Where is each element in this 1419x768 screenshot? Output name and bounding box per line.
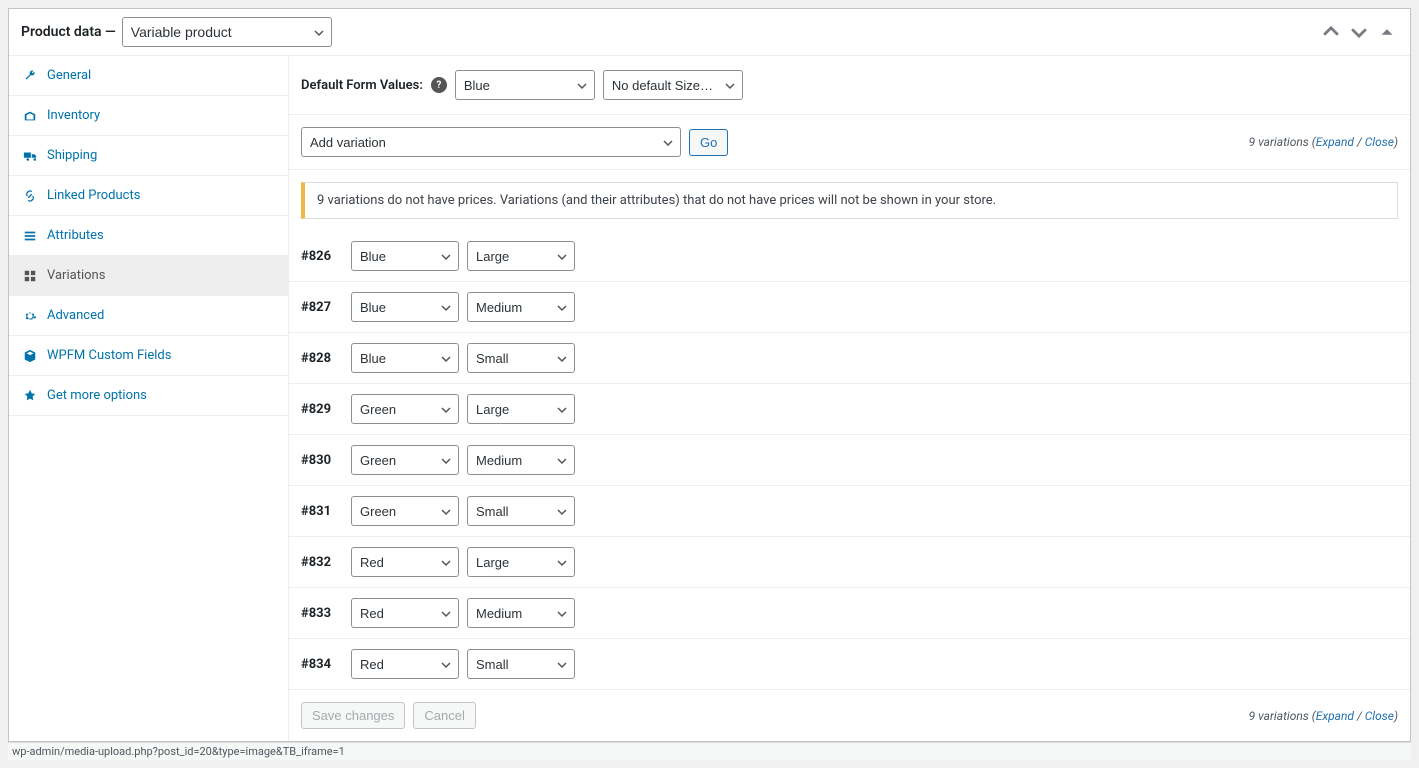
- variation-row[interactable]: #827 Blue Medium: [289, 282, 1410, 333]
- sidebar-item-label: General: [47, 68, 91, 83]
- cancel-button[interactable]: Cancel: [413, 702, 475, 729]
- panel-body: General Inventory Shipping Linked Produc…: [9, 56, 1410, 741]
- default-form-values: Default Form Values: ? Blue No default S…: [289, 56, 1410, 115]
- help-icon[interactable]: ?: [431, 77, 447, 93]
- panel-down-icon[interactable]: [1348, 21, 1370, 43]
- variation-id: #830: [301, 453, 343, 468]
- variation-id: #833: [301, 606, 343, 621]
- variation-size-select[interactable]: Large: [467, 394, 575, 424]
- cube-icon: [23, 349, 37, 363]
- grid-icon: [23, 269, 37, 283]
- variations-count-top: 9 variations (Expand / Close): [1249, 135, 1398, 149]
- wrench-icon: [23, 69, 37, 83]
- variation-id: #829: [301, 402, 343, 417]
- sidebar-item-shipping[interactable]: Shipping: [9, 136, 288, 176]
- variation-row[interactable]: #829 Green Large: [289, 384, 1410, 435]
- variation-size-select[interactable]: Small: [467, 343, 575, 373]
- variation-size-select[interactable]: Medium: [467, 445, 575, 475]
- product-type-wrap: Variable product: [122, 17, 332, 47]
- status-bar: wp-admin/media-upload.php?post_id=20&typ…: [8, 742, 1411, 760]
- variation-id: #826: [301, 249, 343, 264]
- close-link[interactable]: Close: [1365, 709, 1394, 723]
- variations-main: Default Form Values: ? Blue No default S…: [289, 56, 1410, 741]
- sidebar-item-label: Shipping: [47, 148, 97, 163]
- variation-row[interactable]: #830 Green Medium: [289, 435, 1410, 486]
- variation-size-select[interactable]: Small: [467, 496, 575, 526]
- default-form-values-label: Default Form Values:: [301, 78, 423, 93]
- sidebar-item-label: Get more options: [47, 388, 147, 403]
- panel-title: Product data —: [21, 24, 116, 40]
- sidebar-item-attributes[interactable]: Attributes: [9, 216, 288, 256]
- default-color-select[interactable]: Blue: [455, 70, 595, 100]
- variation-row[interactable]: #833 Red Medium: [289, 588, 1410, 639]
- variation-color-select[interactable]: Green: [351, 496, 459, 526]
- variation-color-select[interactable]: Blue: [351, 343, 459, 373]
- variation-color-select[interactable]: Red: [351, 598, 459, 628]
- sidebar-item-label: WPFM Custom Fields: [47, 348, 171, 363]
- list-icon: [23, 229, 37, 243]
- panel-header: Product data — Variable product: [9, 9, 1410, 56]
- product-data-panel: Product data — Variable product: [8, 8, 1411, 742]
- expand-link[interactable]: Expand: [1316, 709, 1354, 723]
- variation-row[interactable]: #832 Red Large: [289, 537, 1410, 588]
- sidebar-item-label: Variations: [47, 268, 105, 283]
- variation-color-select[interactable]: Red: [351, 547, 459, 577]
- variation-id: #827: [301, 300, 343, 315]
- variations-footer: Save changes Cancel 9 variations (Expand…: [289, 690, 1410, 741]
- sidebar-item-general[interactable]: General: [9, 56, 288, 96]
- variation-size-select[interactable]: Small: [467, 649, 575, 679]
- variation-id: #831: [301, 504, 343, 519]
- sidebar-item-label: Advanced: [47, 308, 104, 323]
- variation-size-select[interactable]: Large: [467, 547, 575, 577]
- variation-row[interactable]: #831 Green Small: [289, 486, 1410, 537]
- sidebar-item-inventory[interactable]: Inventory: [9, 96, 288, 136]
- expand-link[interactable]: Expand: [1316, 135, 1354, 149]
- default-size-select[interactable]: No default Size…: [603, 70, 743, 100]
- sidebar-item-advanced[interactable]: Advanced: [9, 296, 288, 336]
- variation-row[interactable]: #826 Blue Large: [289, 231, 1410, 282]
- header-actions: [1320, 21, 1398, 43]
- panel-up-icon[interactable]: [1320, 21, 1342, 43]
- variation-color-select[interactable]: Blue: [351, 292, 459, 322]
- variation-color-select[interactable]: Blue: [351, 241, 459, 271]
- sidebar-item-wpfm-custom-fields[interactable]: WPFM Custom Fields: [9, 336, 288, 376]
- variation-id: #828: [301, 351, 343, 366]
- truck-icon: [23, 149, 37, 163]
- sidebar-item-linked-products[interactable]: Linked Products: [9, 176, 288, 216]
- variation-id: #834: [301, 657, 343, 672]
- variations-toolbar: Add variation Go 9 variations (Expand / …: [289, 115, 1410, 170]
- variation-row[interactable]: #834 Red Small: [289, 639, 1410, 690]
- product-data-tabs: General Inventory Shipping Linked Produc…: [9, 56, 289, 741]
- variations-count-bottom: 9 variations (Expand / Close): [1249, 709, 1398, 723]
- sidebar-item-get-more-options[interactable]: Get more options: [9, 376, 288, 416]
- variations-list: #826 Blue Large #827 Blue: [289, 231, 1410, 690]
- variation-id: #832: [301, 555, 343, 570]
- panel-toggle-icon[interactable]: [1376, 21, 1398, 43]
- gear-icon: [23, 309, 37, 323]
- link-icon: [23, 189, 37, 203]
- variation-color-select[interactable]: Green: [351, 394, 459, 424]
- variation-color-select[interactable]: Green: [351, 445, 459, 475]
- sidebar-item-label: Attributes: [47, 228, 104, 243]
- inventory-icon: [23, 109, 37, 123]
- variation-row[interactable]: #828 Blue Small: [289, 333, 1410, 384]
- variation-size-select[interactable]: Large: [467, 241, 575, 271]
- more-icon: [23, 389, 37, 403]
- save-changes-button[interactable]: Save changes: [301, 702, 405, 729]
- variation-color-select[interactable]: Red: [351, 649, 459, 679]
- price-warning-notice: 9 variations do not have prices. Variati…: [301, 182, 1398, 219]
- product-type-select[interactable]: Variable product: [122, 17, 332, 47]
- sidebar-item-label: Linked Products: [47, 188, 140, 203]
- sidebar-item-label: Inventory: [47, 108, 100, 123]
- variation-size-select[interactable]: Medium: [467, 292, 575, 322]
- variation-size-select[interactable]: Medium: [467, 598, 575, 628]
- sidebar-item-variations[interactable]: Variations: [9, 256, 288, 296]
- close-link[interactable]: Close: [1365, 135, 1394, 149]
- go-button[interactable]: Go: [689, 129, 728, 156]
- variation-action-select[interactable]: Add variation: [301, 127, 681, 157]
